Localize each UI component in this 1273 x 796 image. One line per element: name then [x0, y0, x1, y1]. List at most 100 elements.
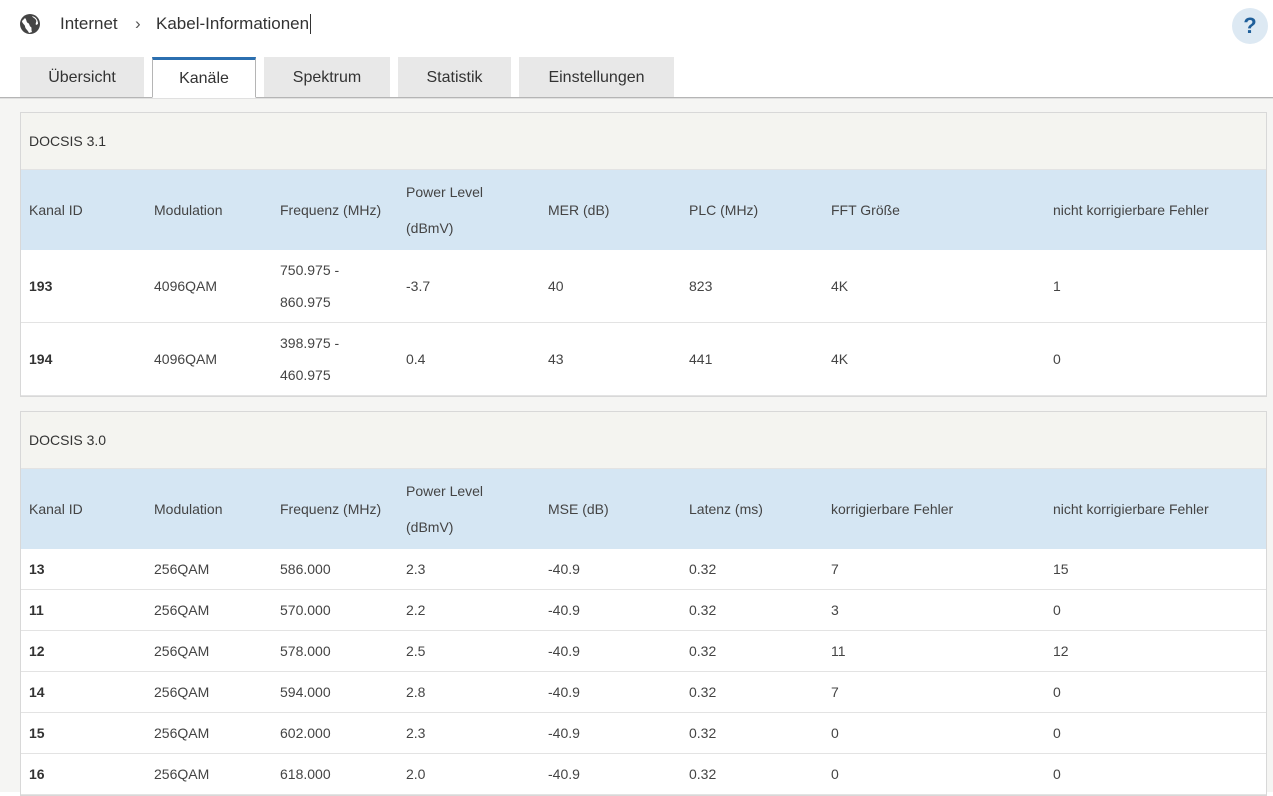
- uncorrectable-errors: 15: [1045, 549, 1266, 590]
- latency: 0.32: [681, 671, 823, 713]
- latency: 0.32: [681, 630, 823, 672]
- table-row: 12 256QAM 578.000 2.5 -40.9 0.32 11 12: [21, 630, 1266, 672]
- column-header: Frequenz (MHz): [280, 202, 382, 218]
- frequency: 398.975 - 460.975: [272, 322, 398, 396]
- correctable-errors: 0: [823, 753, 1045, 795]
- uncorrectable-errors: 12: [1045, 630, 1266, 672]
- column-header: Power Level (dBmV): [406, 483, 484, 535]
- frequency: 586.000: [272, 549, 398, 590]
- breadcrumb-internet[interactable]: Internet: [60, 14, 118, 34]
- column-header: Kanal ID: [29, 501, 83, 517]
- power-level: 2.3: [398, 712, 540, 754]
- frequency: 602.000: [272, 712, 398, 754]
- correctable-errors: 0: [823, 712, 1045, 754]
- channel-id: 16: [21, 753, 146, 795]
- docsis31-table: Kanal ID Modulation Frequenz (MHz) Power…: [21, 170, 1266, 396]
- modulation: 256QAM: [146, 671, 272, 713]
- plc: 823: [681, 250, 823, 323]
- uncorrectable-errors: 0: [1045, 322, 1266, 396]
- uncorrectable-errors: 1: [1045, 250, 1266, 323]
- main-content: DOCSIS 3.1 Kanal ID Modulation Frequenz …: [0, 98, 1273, 796]
- table-header-row: Kanal ID Modulation Frequenz (MHz) Power…: [21, 170, 1266, 250]
- frequency: 594.000: [272, 671, 398, 713]
- table-row: 194 4096QAM 398.975 - 460.975 0.4 43 441…: [21, 322, 1266, 396]
- modulation: 256QAM: [146, 589, 272, 631]
- globe-icon: [19, 13, 41, 35]
- column-header: Power Level (dBmV): [406, 184, 484, 236]
- channel-id: 193: [21, 250, 146, 323]
- column-header: MSE (dB): [548, 501, 609, 517]
- tab-statistik[interactable]: Statistik: [398, 57, 511, 97]
- page-title: Kabel-Informationen: [156, 14, 312, 34]
- table-row: 13 256QAM 586.000 2.3 -40.9 0.32 7 15: [21, 549, 1266, 590]
- mse: -40.9: [540, 671, 681, 713]
- table-header-row: Kanal ID Modulation Frequenz (MHz) Power…: [21, 469, 1266, 549]
- correctable-errors: 11: [823, 630, 1045, 672]
- breadcrumb-separator: ›: [135, 14, 141, 33]
- column-header: korrigierbare Fehler: [831, 501, 954, 517]
- column-header: Frequenz (MHz): [280, 501, 382, 517]
- channel-id: 15: [21, 712, 146, 754]
- correctable-errors: 3: [823, 589, 1045, 631]
- column-header: Kanal ID: [29, 202, 83, 218]
- tab-einstellungen[interactable]: Einstellungen: [519, 57, 674, 97]
- column-header: Modulation: [154, 202, 223, 218]
- top-bar: Internet › Kabel-Informationen ?: [0, 0, 1273, 50]
- power-level: 2.2: [398, 589, 540, 631]
- tab-bar: Übersicht Kanäle Spektrum Statistik Eins…: [0, 57, 1273, 98]
- docsis30-panel: DOCSIS 3.0 Kanal ID Modulation Frequenz …: [20, 411, 1267, 796]
- modulation: 256QAM: [146, 753, 272, 795]
- modulation: 256QAM: [146, 712, 272, 754]
- power-level: 2.0: [398, 753, 540, 795]
- correctable-errors: 7: [823, 671, 1045, 713]
- frequency: 618.000: [272, 753, 398, 795]
- column-header: Latenz (ms): [689, 501, 763, 517]
- fft-size: 4K: [823, 322, 1045, 396]
- frequency: 750.975 - 860.975: [272, 250, 398, 323]
- power-level: -3.7: [398, 250, 540, 323]
- table-row: 15 256QAM 602.000 2.3 -40.9 0.32 0 0: [21, 712, 1266, 754]
- table-row: 16 256QAM 618.000 2.0 -40.9 0.32 0 0: [21, 753, 1266, 795]
- channel-id: 11: [21, 589, 146, 631]
- frequency: 578.000: [272, 630, 398, 672]
- mse: -40.9: [540, 630, 681, 672]
- column-header: nicht korrigierbare Fehler: [1053, 202, 1209, 218]
- column-header: nicht korrigierbare Fehler: [1053, 501, 1209, 517]
- mse: -40.9: [540, 753, 681, 795]
- tab-kanaele[interactable]: Kanäle: [152, 57, 256, 98]
- mer: 40: [540, 250, 681, 323]
- docsis30-title: DOCSIS 3.0: [21, 412, 1266, 469]
- correctable-errors: 7: [823, 549, 1045, 590]
- table-row: 11 256QAM 570.000 2.2 -40.9 0.32 3 0: [21, 589, 1266, 631]
- column-header: Modulation: [154, 501, 223, 517]
- channel-id: 14: [21, 671, 146, 713]
- column-header: MER (dB): [548, 202, 610, 218]
- uncorrectable-errors: 0: [1045, 712, 1266, 754]
- modulation: 4096QAM: [146, 250, 272, 323]
- table-row: 193 4096QAM 750.975 - 860.975 -3.7 40 82…: [21, 250, 1266, 323]
- docsis31-panel: DOCSIS 3.1 Kanal ID Modulation Frequenz …: [20, 112, 1267, 397]
- power-level: 2.3: [398, 549, 540, 590]
- channel-id: 13: [21, 549, 146, 590]
- docsis31-title: DOCSIS 3.1: [21, 113, 1266, 170]
- column-header: FFT Größe: [831, 202, 900, 218]
- plc: 441: [681, 322, 823, 396]
- channel-id: 194: [21, 322, 146, 396]
- latency: 0.32: [681, 753, 823, 795]
- power-level: 0.4: [398, 322, 540, 396]
- mse: -40.9: [540, 712, 681, 754]
- mse: -40.9: [540, 549, 681, 590]
- fft-size: 4K: [823, 250, 1045, 323]
- help-icon[interactable]: ?: [1232, 8, 1268, 44]
- tab-uebersicht[interactable]: Übersicht: [20, 57, 144, 97]
- power-level: 2.8: [398, 671, 540, 713]
- docsis30-table: Kanal ID Modulation Frequenz (MHz) Power…: [21, 469, 1266, 795]
- modulation: 256QAM: [146, 630, 272, 672]
- table-row: 14 256QAM 594.000 2.8 -40.9 0.32 7 0: [21, 671, 1266, 713]
- latency: 0.32: [681, 589, 823, 631]
- column-header: PLC (MHz): [689, 202, 759, 218]
- mer: 43: [540, 322, 681, 396]
- uncorrectable-errors: 0: [1045, 589, 1266, 631]
- modulation: 256QAM: [146, 549, 272, 590]
- tab-spektrum[interactable]: Spektrum: [264, 57, 390, 97]
